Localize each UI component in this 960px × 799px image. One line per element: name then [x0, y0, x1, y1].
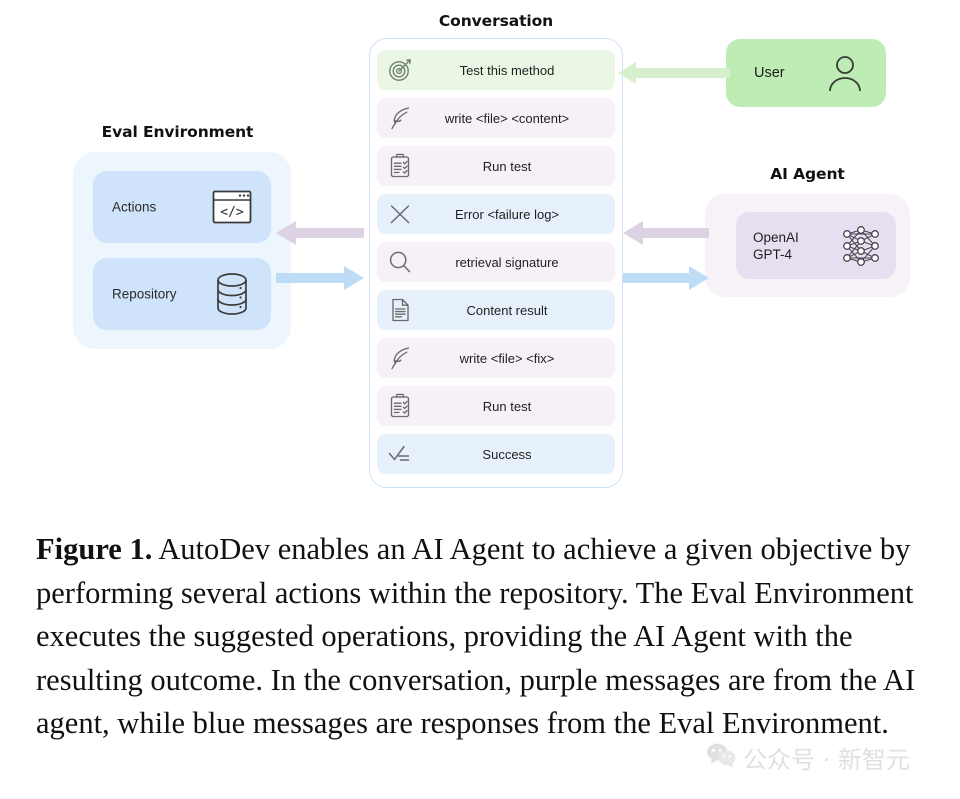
conversation-message-list: Test this method write <file> <content> Ru…: [377, 50, 615, 482]
eval-environment-title: Eval Environment: [101, 123, 254, 141]
conversation-message[interactable]: Content result: [377, 290, 615, 330]
quill-icon: [387, 105, 413, 131]
clipboard-icon: [387, 393, 413, 419]
eval-card-repository-label: Repository: [112, 286, 177, 302]
close-x-icon: [387, 201, 413, 227]
ai-agent-panel: OpenAI GPT-4: [705, 194, 910, 297]
figure-caption-body: AutoDev enables an AI Agent to achieve a…: [36, 532, 916, 740]
conversation-message[interactable]: write <file> <content>: [377, 98, 615, 138]
conversation-message[interactable]: Run test: [377, 146, 615, 186]
eval-card-actions[interactable]: Actions </>: [93, 171, 271, 243]
arrow-ai-agent-to-conversation: [623, 221, 709, 245]
person-icon: [826, 54, 864, 92]
arrow-conversation-to-ai-agent: [623, 266, 709, 290]
figure-caption-label: Figure 1.: [36, 532, 153, 566]
code-window-icon: </>: [211, 186, 253, 228]
figure-caption: Figure 1. AutoDev enables an AI Agent to…: [36, 528, 926, 746]
wechat-icon: [706, 742, 736, 773]
target-icon: [387, 57, 413, 83]
arrow-eval-environment-to-conversation: [276, 266, 364, 290]
conversation-message[interactable]: Test this method: [377, 50, 615, 90]
eval-card-actions-label: Actions: [112, 199, 157, 215]
watermark: 公众号 · 新智元: [706, 740, 910, 775]
user-label: User: [754, 65, 785, 81]
watermark-text: 公众号 · 新智元: [743, 746, 910, 774]
quill-icon: [387, 345, 413, 371]
neural-network-icon: [838, 223, 884, 269]
conversation-title: Conversation: [438, 12, 554, 30]
database-icon: [211, 273, 253, 315]
document-icon: [387, 297, 413, 323]
eval-environment-panel: Actions </> Repository: [73, 152, 291, 349]
clipboard-icon: [387, 153, 413, 179]
arrow-user-to-conversation: [618, 62, 730, 84]
svg-text:</>: </>: [220, 205, 244, 220]
conversation-message[interactable]: Run test: [377, 386, 615, 426]
ai-agent-model-label: OpenAI GPT-4: [753, 229, 799, 262]
conversation-panel: Test this method write <file> <content> Ru…: [369, 38, 623, 488]
conversation-message[interactable]: Error <failure log>: [377, 194, 615, 234]
conversation-message[interactable]: Success: [377, 434, 615, 474]
ai-agent-title: AI Agent: [770, 165, 845, 183]
eval-card-repository[interactable]: Repository: [93, 258, 271, 330]
user-box[interactable]: User: [726, 39, 886, 107]
ai-agent-model-card[interactable]: OpenAI GPT-4: [736, 212, 896, 279]
conversation-message[interactable]: retrieval signature: [377, 242, 615, 282]
arrow-conversation-to-eval-environment: [276, 221, 364, 245]
checklist-icon: [387, 441, 413, 467]
search-icon: [387, 249, 413, 275]
conversation-message[interactable]: write <file> <fix>: [377, 338, 615, 378]
